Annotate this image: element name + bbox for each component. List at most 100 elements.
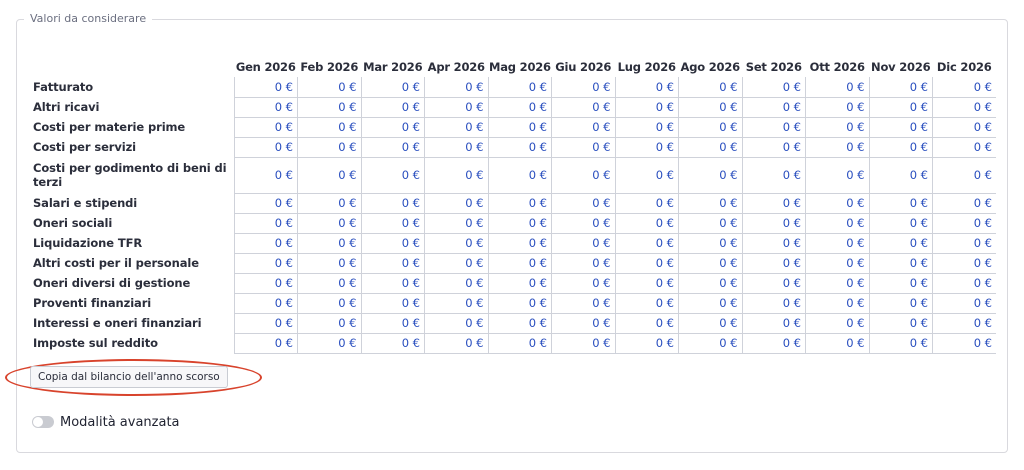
value-cell[interactable]: 0 € bbox=[551, 233, 615, 254]
value-cell[interactable]: 0 € bbox=[360, 253, 425, 274]
value-cell[interactable]: 0 € bbox=[297, 193, 361, 214]
value-cell[interactable]: 0 € bbox=[932, 137, 996, 158]
value-cell[interactable]: 0 € bbox=[360, 233, 425, 254]
value-cell[interactable]: 0 € bbox=[741, 117, 806, 138]
value-cell[interactable]: 0 € bbox=[868, 193, 933, 214]
copy-last-year-button[interactable]: Copia dal bilancio dell'anno scorso bbox=[30, 366, 228, 388]
value-cell[interactable]: 0 € bbox=[360, 157, 425, 194]
value-cell[interactable]: 0 € bbox=[805, 137, 869, 158]
value-cell[interactable]: 0 € bbox=[741, 137, 806, 158]
value-cell[interactable]: 0 € bbox=[360, 97, 425, 118]
value-cell[interactable]: 0 € bbox=[551, 137, 615, 158]
value-cell[interactable]: 0 € bbox=[233, 213, 298, 234]
value-cell[interactable]: 0 € bbox=[932, 77, 996, 98]
value-cell[interactable]: 0 € bbox=[233, 273, 298, 294]
value-cell[interactable]: 0 € bbox=[424, 77, 488, 98]
value-cell[interactable]: 0 € bbox=[487, 333, 552, 354]
value-cell[interactable]: 0 € bbox=[741, 253, 806, 274]
value-cell[interactable]: 0 € bbox=[424, 253, 488, 274]
value-cell[interactable]: 0 € bbox=[868, 137, 933, 158]
value-cell[interactable]: 0 € bbox=[805, 117, 869, 138]
value-cell[interactable]: 0 € bbox=[932, 313, 996, 334]
value-cell[interactable]: 0 € bbox=[297, 117, 361, 138]
value-cell[interactable]: 0 € bbox=[805, 77, 869, 98]
value-cell[interactable]: 0 € bbox=[360, 273, 425, 294]
value-cell[interactable]: 0 € bbox=[614, 193, 679, 214]
value-cell[interactable]: 0 € bbox=[551, 77, 615, 98]
value-cell[interactable]: 0 € bbox=[678, 293, 742, 314]
value-cell[interactable]: 0 € bbox=[487, 137, 552, 158]
value-cell[interactable]: 0 € bbox=[487, 293, 552, 314]
value-cell[interactable]: 0 € bbox=[360, 193, 425, 214]
value-cell[interactable]: 0 € bbox=[868, 233, 933, 254]
value-cell[interactable]: 0 € bbox=[678, 193, 742, 214]
value-cell[interactable]: 0 € bbox=[424, 117, 488, 138]
value-cell[interactable]: 0 € bbox=[424, 157, 488, 194]
value-cell[interactable]: 0 € bbox=[932, 157, 996, 194]
value-cell[interactable]: 0 € bbox=[614, 333, 679, 354]
value-cell[interactable]: 0 € bbox=[805, 273, 869, 294]
value-cell[interactable]: 0 € bbox=[360, 313, 425, 334]
value-cell[interactable]: 0 € bbox=[487, 193, 552, 214]
value-cell[interactable]: 0 € bbox=[487, 77, 552, 98]
value-cell[interactable]: 0 € bbox=[551, 313, 615, 334]
value-cell[interactable]: 0 € bbox=[551, 97, 615, 118]
value-cell[interactable]: 0 € bbox=[551, 213, 615, 234]
value-cell[interactable]: 0 € bbox=[424, 233, 488, 254]
value-cell[interactable]: 0 € bbox=[741, 333, 806, 354]
value-cell[interactable]: 0 € bbox=[868, 333, 933, 354]
value-cell[interactable]: 0 € bbox=[233, 253, 298, 274]
value-cell[interactable]: 0 € bbox=[741, 273, 806, 294]
value-cell[interactable]: 0 € bbox=[297, 253, 361, 274]
value-cell[interactable]: 0 € bbox=[297, 213, 361, 234]
value-cell[interactable]: 0 € bbox=[551, 273, 615, 294]
value-cell[interactable]: 0 € bbox=[487, 253, 552, 274]
value-cell[interactable]: 0 € bbox=[868, 77, 933, 98]
value-cell[interactable]: 0 € bbox=[932, 273, 996, 294]
value-cell[interactable]: 0 € bbox=[741, 313, 806, 334]
value-cell[interactable]: 0 € bbox=[424, 313, 488, 334]
value-cell[interactable]: 0 € bbox=[424, 193, 488, 214]
value-cell[interactable]: 0 € bbox=[678, 213, 742, 234]
value-cell[interactable]: 0 € bbox=[424, 213, 488, 234]
value-cell[interactable]: 0 € bbox=[868, 157, 933, 194]
value-cell[interactable]: 0 € bbox=[551, 157, 615, 194]
value-cell[interactable]: 0 € bbox=[487, 273, 552, 294]
value-cell[interactable]: 0 € bbox=[360, 137, 425, 158]
value-cell[interactable]: 0 € bbox=[932, 333, 996, 354]
value-cell[interactable]: 0 € bbox=[233, 333, 298, 354]
value-cell[interactable]: 0 € bbox=[424, 333, 488, 354]
value-cell[interactable]: 0 € bbox=[424, 97, 488, 118]
value-cell[interactable]: 0 € bbox=[741, 233, 806, 254]
value-cell[interactable]: 0 € bbox=[360, 293, 425, 314]
value-cell[interactable]: 0 € bbox=[614, 273, 679, 294]
value-cell[interactable]: 0 € bbox=[360, 213, 425, 234]
value-cell[interactable]: 0 € bbox=[741, 157, 806, 194]
value-cell[interactable]: 0 € bbox=[868, 313, 933, 334]
value-cell[interactable]: 0 € bbox=[487, 117, 552, 138]
value-cell[interactable]: 0 € bbox=[297, 273, 361, 294]
value-cell[interactable]: 0 € bbox=[297, 333, 361, 354]
value-cell[interactable]: 0 € bbox=[932, 253, 996, 274]
value-cell[interactable]: 0 € bbox=[233, 77, 298, 98]
value-cell[interactable]: 0 € bbox=[614, 97, 679, 118]
value-cell[interactable]: 0 € bbox=[551, 117, 615, 138]
value-cell[interactable]: 0 € bbox=[487, 97, 552, 118]
value-cell[interactable]: 0 € bbox=[678, 117, 742, 138]
value-cell[interactable]: 0 € bbox=[614, 157, 679, 194]
value-cell[interactable]: 0 € bbox=[297, 157, 361, 194]
value-cell[interactable]: 0 € bbox=[678, 97, 742, 118]
value-cell[interactable]: 0 € bbox=[868, 97, 933, 118]
value-cell[interactable]: 0 € bbox=[233, 157, 298, 194]
value-cell[interactable]: 0 € bbox=[360, 117, 425, 138]
value-cell[interactable]: 0 € bbox=[424, 293, 488, 314]
value-cell[interactable]: 0 € bbox=[614, 213, 679, 234]
value-cell[interactable]: 0 € bbox=[678, 313, 742, 334]
value-cell[interactable]: 0 € bbox=[614, 117, 679, 138]
value-cell[interactable]: 0 € bbox=[741, 293, 806, 314]
value-cell[interactable]: 0 € bbox=[233, 313, 298, 334]
value-cell[interactable]: 0 € bbox=[741, 193, 806, 214]
value-cell[interactable]: 0 € bbox=[614, 233, 679, 254]
value-cell[interactable]: 0 € bbox=[868, 273, 933, 294]
value-cell[interactable]: 0 € bbox=[932, 193, 996, 214]
